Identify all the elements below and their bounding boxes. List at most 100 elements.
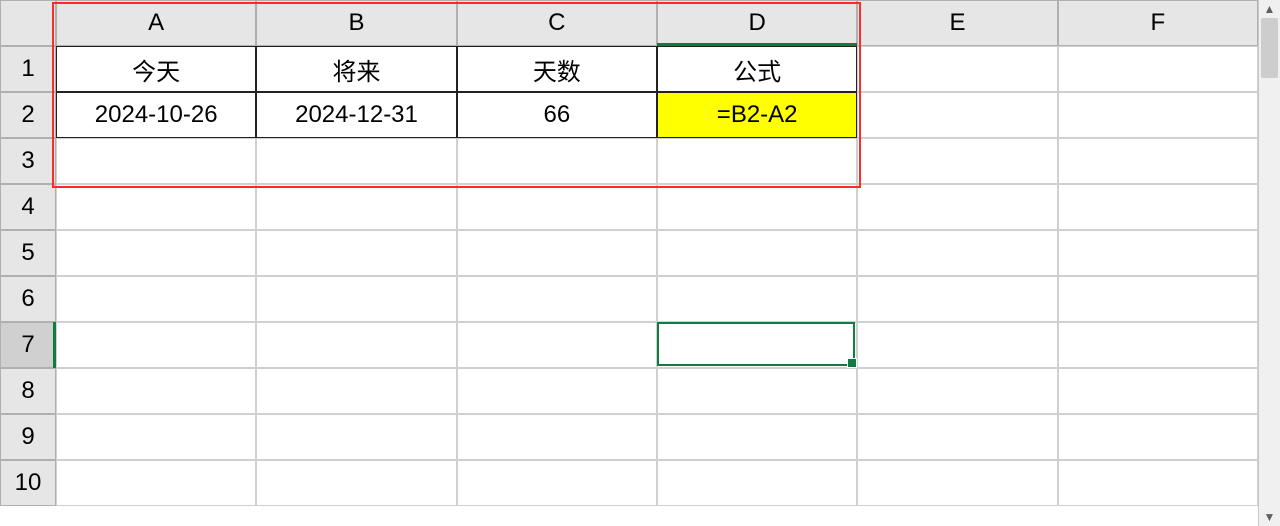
- row-header-6[interactable]: 6: [0, 276, 56, 322]
- cell-E7[interactable]: [857, 322, 1057, 368]
- cell-F4[interactable]: [1058, 184, 1258, 230]
- cell-value: 公式: [733, 52, 781, 87]
- row-header-5[interactable]: 5: [0, 230, 56, 276]
- col-label: D: [748, 9, 765, 37]
- cell-C6[interactable]: [457, 276, 657, 322]
- col-label: B: [348, 9, 364, 37]
- cell-A7[interactable]: [56, 322, 256, 368]
- col-label: F: [1150, 9, 1165, 37]
- cell-E4[interactable]: [857, 184, 1057, 230]
- cell-E9[interactable]: [857, 414, 1057, 460]
- cell-F1[interactable]: [1058, 46, 1258, 92]
- cell-E3[interactable]: [857, 138, 1057, 184]
- cell-D8[interactable]: [657, 368, 857, 414]
- cell-value: =B2-A2: [717, 101, 798, 129]
- cell-C4[interactable]: [457, 184, 657, 230]
- cell-F10[interactable]: [1058, 460, 1258, 506]
- row-header-7[interactable]: 7: [0, 322, 56, 368]
- row-label: 8: [21, 377, 34, 405]
- cell-D3[interactable]: [657, 138, 857, 184]
- cell-A1[interactable]: 今天: [56, 46, 256, 92]
- spreadsheet-grid[interactable]: A B C D E F 1 今天 将来 天数 公式 2 2024-10-26 2…: [0, 0, 1258, 506]
- cell-C5[interactable]: [457, 230, 657, 276]
- cell-A6[interactable]: [56, 276, 256, 322]
- cell-D1[interactable]: 公式: [657, 46, 857, 92]
- cell-F6[interactable]: [1058, 276, 1258, 322]
- cell-A8[interactable]: [56, 368, 256, 414]
- col-label: A: [148, 9, 164, 37]
- col-header-C[interactable]: C: [457, 0, 657, 46]
- cell-F2[interactable]: [1058, 92, 1258, 138]
- row-header-1[interactable]: 1: [0, 46, 56, 92]
- cell-D2[interactable]: =B2-A2: [657, 92, 857, 138]
- cell-F9[interactable]: [1058, 414, 1258, 460]
- row-header-3[interactable]: 3: [0, 138, 56, 184]
- row-header-9[interactable]: 9: [0, 414, 56, 460]
- cell-C10[interactable]: [457, 460, 657, 506]
- row-header-8[interactable]: 8: [0, 368, 56, 414]
- col-header-B[interactable]: B: [256, 0, 456, 46]
- cell-B2[interactable]: 2024-12-31: [256, 92, 456, 138]
- cell-A10[interactable]: [56, 460, 256, 506]
- cell-D5[interactable]: [657, 230, 857, 276]
- vertical-scrollbar[interactable]: ▲ ▼: [1258, 0, 1280, 526]
- row-label: 4: [21, 193, 34, 221]
- cell-E1[interactable]: [857, 46, 1057, 92]
- cell-E5[interactable]: [857, 230, 1057, 276]
- scroll-up-button[interactable]: ▲: [1260, 0, 1280, 18]
- cell-value: 66: [543, 101, 570, 129]
- cell-C8[interactable]: [457, 368, 657, 414]
- scroll-thumb[interactable]: [1261, 18, 1278, 78]
- cell-B10[interactable]: [256, 460, 456, 506]
- scroll-down-button[interactable]: ▼: [1260, 508, 1280, 526]
- cell-D7[interactable]: [657, 322, 857, 368]
- cell-D10[interactable]: [657, 460, 857, 506]
- cell-B8[interactable]: [256, 368, 456, 414]
- cell-F3[interactable]: [1058, 138, 1258, 184]
- row-label: 5: [21, 239, 34, 267]
- scroll-track[interactable]: [1259, 18, 1280, 508]
- col-label: E: [949, 9, 965, 37]
- cell-E10[interactable]: [857, 460, 1057, 506]
- cell-A4[interactable]: [56, 184, 256, 230]
- cell-F7[interactable]: [1058, 322, 1258, 368]
- cell-A3[interactable]: [56, 138, 256, 184]
- cell-value: 今天: [132, 52, 180, 87]
- cell-B1[interactable]: 将来: [256, 46, 456, 92]
- col-header-F[interactable]: F: [1058, 0, 1258, 46]
- cell-A5[interactable]: [56, 230, 256, 276]
- cell-F8[interactable]: [1058, 368, 1258, 414]
- cell-E8[interactable]: [857, 368, 1057, 414]
- cell-E2[interactable]: [857, 92, 1057, 138]
- cell-A9[interactable]: [56, 414, 256, 460]
- cell-B5[interactable]: [256, 230, 456, 276]
- row-header-4[interactable]: 4: [0, 184, 56, 230]
- cell-B7[interactable]: [256, 322, 456, 368]
- cell-B9[interactable]: [256, 414, 456, 460]
- corner-cell[interactable]: [0, 0, 56, 46]
- cell-F5[interactable]: [1058, 230, 1258, 276]
- cell-D9[interactable]: [657, 414, 857, 460]
- cell-C7[interactable]: [457, 322, 657, 368]
- cell-value: 天数: [533, 52, 581, 87]
- row-header-10[interactable]: 10: [0, 460, 56, 506]
- cell-C9[interactable]: [457, 414, 657, 460]
- row-label: 7: [21, 331, 34, 359]
- col-header-E[interactable]: E: [857, 0, 1057, 46]
- cell-D4[interactable]: [657, 184, 857, 230]
- cell-B4[interactable]: [256, 184, 456, 230]
- row-header-2[interactable]: 2: [0, 92, 56, 138]
- row-label: 1: [21, 55, 34, 83]
- cell-C3[interactable]: [457, 138, 657, 184]
- cell-E6[interactable]: [857, 276, 1057, 322]
- col-header-A[interactable]: A: [56, 0, 256, 46]
- cell-C1[interactable]: 天数: [457, 46, 657, 92]
- cell-D6[interactable]: [657, 276, 857, 322]
- cell-A2[interactable]: 2024-10-26: [56, 92, 256, 138]
- col-header-D[interactable]: D: [657, 0, 857, 46]
- cell-value: 将来: [332, 52, 380, 87]
- cell-B6[interactable]: [256, 276, 456, 322]
- cell-C2[interactable]: 66: [457, 92, 657, 138]
- row-label: 10: [15, 469, 42, 497]
- cell-B3[interactable]: [256, 138, 456, 184]
